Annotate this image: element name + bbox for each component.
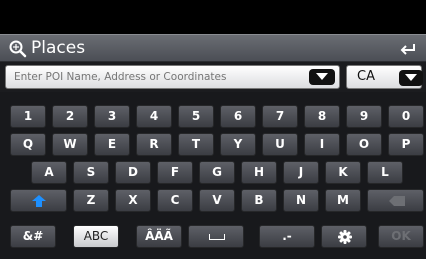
key-e[interactable]: E — [94, 133, 130, 156]
backspace-key[interactable] — [367, 189, 424, 212]
key-u[interactable]: U — [262, 133, 298, 156]
space-icon — [209, 234, 225, 240]
space-key[interactable] — [188, 225, 244, 248]
ok-key[interactable]: OK — [378, 225, 424, 248]
key-n[interactable]: N — [283, 189, 319, 212]
search-input[interactable] — [5, 65, 340, 89]
key-h[interactable]: H — [241, 161, 277, 184]
key-v[interactable]: V — [199, 189, 235, 212]
key-m[interactable]: M — [325, 189, 361, 212]
key-o[interactable]: O — [346, 133, 382, 156]
key-3[interactable]: 3 — [94, 105, 130, 128]
status-bar — [0, 0, 426, 34]
settings-key[interactable] — [321, 225, 367, 248]
country-dropdown-button[interactable] — [399, 70, 423, 86]
key-9[interactable]: 9 — [346, 105, 382, 128]
key-b[interactable]: B — [241, 189, 277, 212]
key-z[interactable]: Z — [73, 189, 109, 212]
key-a[interactable]: A — [31, 161, 67, 184]
key-0[interactable]: 0 — [388, 105, 424, 128]
key-q[interactable]: Q — [10, 133, 46, 156]
keyboard: 1 2 3 4 5 6 7 8 9 0 Q W E R T Y U I O P … — [0, 92, 426, 259]
shift-arrow-icon — [32, 195, 46, 207]
key-s[interactable]: S — [73, 161, 109, 184]
search-dropdown-button[interactable] — [309, 69, 335, 85]
search-icon — [9, 40, 27, 58]
key-f[interactable]: F — [157, 161, 193, 184]
title-bar: Places — [0, 34, 426, 62]
key-k[interactable]: K — [325, 161, 361, 184]
key-w[interactable]: W — [52, 133, 88, 156]
country-value: CA — [357, 69, 375, 84]
key-8[interactable]: 8 — [304, 105, 340, 128]
chevron-down-icon — [316, 73, 328, 80]
key-5[interactable]: 5 — [178, 105, 214, 128]
backspace-icon — [389, 196, 405, 206]
key-1[interactable]: 1 — [10, 105, 46, 128]
dash-key[interactable]: .- — [259, 225, 315, 248]
back-icon[interactable] — [396, 38, 420, 60]
key-d[interactable]: D — [115, 161, 151, 184]
country-select[interactable]: CA — [346, 65, 423, 89]
key-c[interactable]: C — [157, 189, 193, 212]
abc-key[interactable]: ABC — [73, 225, 119, 248]
key-j[interactable]: J — [283, 161, 319, 184]
symbols-key[interactable]: &# — [10, 225, 56, 248]
key-6[interactable]: 6 — [220, 105, 256, 128]
shift-key[interactable] — [10, 189, 67, 212]
accents-key[interactable]: ÂÄÃ — [136, 225, 182, 248]
key-p[interactable]: P — [388, 133, 424, 156]
key-7[interactable]: 7 — [262, 105, 298, 128]
key-4[interactable]: 4 — [136, 105, 172, 128]
key-y[interactable]: Y — [220, 133, 256, 156]
key-l[interactable]: L — [367, 161, 403, 184]
chevron-down-icon — [405, 74, 417, 81]
search-row: CA — [0, 62, 426, 92]
gear-icon — [338, 230, 352, 244]
key-x[interactable]: X — [115, 189, 151, 212]
key-i[interactable]: I — [304, 133, 340, 156]
key-g[interactable]: G — [199, 161, 235, 184]
page-title: Places — [31, 38, 86, 58]
key-t[interactable]: T — [178, 133, 214, 156]
key-r[interactable]: R — [136, 133, 172, 156]
key-2[interactable]: 2 — [52, 105, 88, 128]
